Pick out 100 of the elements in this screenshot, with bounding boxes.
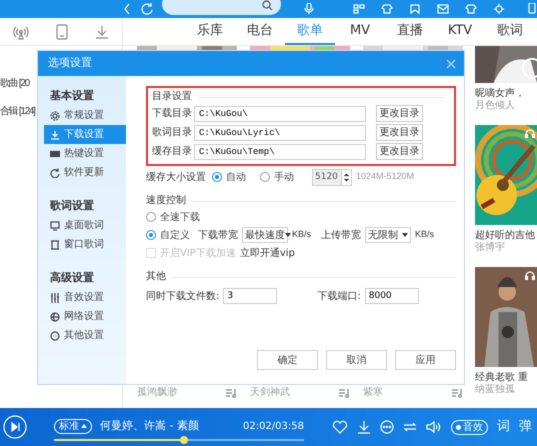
sidebar-item[interactable]: 网络设置 xyxy=(44,307,126,326)
play-next-icon[interactable] xyxy=(3,415,27,439)
field-label: 缓存目录 xyxy=(152,144,193,159)
settings-icon[interactable] xyxy=(493,4,505,14)
headphones-icon xyxy=(525,271,535,280)
back-icon[interactable] xyxy=(122,2,132,16)
caret-icon xyxy=(81,424,87,428)
bandwidth-dropdown[interactable]: 最快速度 xyxy=(242,227,288,243)
refresh-icon xyxy=(50,168,60,178)
change-directory-button[interactable]: 更改目录 xyxy=(376,105,423,122)
radio-signal-icon[interactable] xyxy=(13,24,30,40)
shirt-icon[interactable] xyxy=(381,4,393,14)
search-icon[interactable] xyxy=(262,0,273,11)
section-heading: 高级设置 xyxy=(49,270,95,286)
grid-icon[interactable] xyxy=(353,4,365,14)
sidebar-item[interactable]: 其他设置 xyxy=(44,326,126,345)
change-directory-button[interactable]: 更改目录 xyxy=(376,143,423,160)
field-label: 上传带宽 xyxy=(321,228,362,242)
dialog-button[interactable]: 确定 xyxy=(257,350,318,370)
refresh-icon[interactable] xyxy=(140,2,154,16)
playback-time: 02:02/03:58 xyxy=(242,420,304,434)
nav-tab[interactable]: KTV xyxy=(435,18,485,45)
bandwidth-dropdown[interactable]: 无限制 xyxy=(365,227,412,243)
unit-label: KB/s xyxy=(415,228,434,242)
close-icon[interactable] xyxy=(446,58,456,68)
playlist-icon[interactable] xyxy=(225,388,237,398)
mail-icon[interactable] xyxy=(437,4,449,14)
radio-option[interactable]: 手动 xyxy=(260,170,294,184)
sound-effect-button[interactable]: 音效 xyxy=(451,420,488,434)
section-heading: 基本设置 xyxy=(49,88,95,104)
playlist-icon[interactable] xyxy=(451,388,463,398)
monitor-icon xyxy=(50,220,60,230)
gear-icon xyxy=(50,110,60,120)
lyrics-button[interactable]: 词 xyxy=(497,417,510,437)
more-icon[interactable] xyxy=(380,420,394,434)
nav-tab[interactable]: 歌词 xyxy=(485,18,535,45)
danmaku-button[interactable]: 弹 xyxy=(519,417,532,437)
input-field[interactable]: C:\KuGou\ xyxy=(194,106,366,122)
quality-button[interactable]: 标准 xyxy=(54,418,92,434)
radio-option[interactable]: 自动 xyxy=(212,170,246,184)
sidebar-item[interactable]: 窗口歌词 xyxy=(44,235,126,254)
section-heading: 歌词设置 xyxy=(48,198,95,214)
caret-icon xyxy=(402,233,408,237)
nav-tab[interactable]: 直播 xyxy=(385,18,435,45)
change-directory-button[interactable]: 更改目录 xyxy=(376,124,423,141)
section-heading: 速度控制 xyxy=(146,194,186,208)
progress-track[interactable] xyxy=(54,439,304,442)
download-icon xyxy=(50,130,60,140)
input-field[interactable]: 8000 xyxy=(364,288,419,304)
field-label: 下载目录 xyxy=(152,106,193,121)
input-field[interactable]: C:\KuGou\Temp\ xyxy=(194,144,366,160)
playlist-title[interactable]: 昵嘀女声， xyxy=(475,88,537,100)
field-label: 下载带宽 xyxy=(198,228,238,242)
unit-label: KB/s xyxy=(292,228,312,242)
input-field[interactable]: C:\KuGou\Lyric\ xyxy=(194,124,366,140)
globe-icon xyxy=(50,312,60,322)
headphones-icon xyxy=(525,129,535,138)
field-label: 下载端口: xyxy=(317,290,361,304)
progress-thumb[interactable] xyxy=(180,436,188,444)
shirt-icon[interactable] xyxy=(465,4,477,14)
field-label: 歌词目录 xyxy=(152,126,193,140)
dialog-button[interactable]: 取消 xyxy=(326,350,387,370)
number-spinner[interactable]: 5120 xyxy=(312,168,352,186)
more-icon xyxy=(50,330,60,340)
playlist-title[interactable]: 经典老歌 重 xyxy=(475,372,537,384)
radio-option[interactable]: 全速下载 xyxy=(146,210,200,224)
bookmark-icon[interactable] xyxy=(409,4,421,14)
download-icon[interactable] xyxy=(94,24,109,40)
equalizer-icon xyxy=(50,292,60,302)
radio-option[interactable]: 自定义 xyxy=(146,228,190,242)
dialog-title: 选项设置 xyxy=(48,55,92,72)
playlist-title[interactable]: 超好听的吉他 xyxy=(475,230,537,242)
loop-icon[interactable] xyxy=(403,421,417,433)
song-title: 何曼婷、许嵩 - 素颜 xyxy=(100,418,199,434)
volume-icon[interactable] xyxy=(426,420,442,434)
microphone-icon[interactable] xyxy=(303,3,315,15)
phone-icon[interactable] xyxy=(56,24,68,40)
vip-link[interactable]: 立即开通vip xyxy=(240,246,295,260)
sidebar-item[interactable]: 常规设置 xyxy=(44,106,126,125)
input-field[interactable]: 3 xyxy=(223,288,278,304)
section-heading: 其他 xyxy=(146,270,166,284)
sidebar-item[interactable]: 音效设置 xyxy=(44,288,126,307)
sidebar-item[interactable]: 软件更新 xyxy=(44,163,126,182)
nav-tab[interactable]: 乐库 xyxy=(185,18,235,45)
field-label: 同时下载文件数: xyxy=(146,290,220,304)
sidebar-item[interactable]: 热键设置 xyxy=(44,144,126,163)
vip-checkbox: 开启VIP下载加速 xyxy=(146,246,236,260)
caret-icon xyxy=(285,233,291,237)
size-range: 1024M-5120M xyxy=(356,170,414,184)
keyboard-icon xyxy=(50,148,60,158)
playlist-icon[interactable] xyxy=(338,388,350,398)
dialog-button[interactable]: 应用 xyxy=(395,350,456,370)
frame-icon xyxy=(50,240,60,250)
field-label: 缓存大小设置 xyxy=(146,170,207,184)
heart-icon[interactable] xyxy=(332,420,348,434)
section-heading: 目录设置 xyxy=(152,90,192,104)
nav-tab[interactable]: MV xyxy=(335,18,385,45)
nav-tab[interactable]: 电台 xyxy=(235,18,285,45)
spin-arrows-icon xyxy=(341,170,351,184)
sidebar-item[interactable]: 桌面歌词 xyxy=(44,216,126,235)
